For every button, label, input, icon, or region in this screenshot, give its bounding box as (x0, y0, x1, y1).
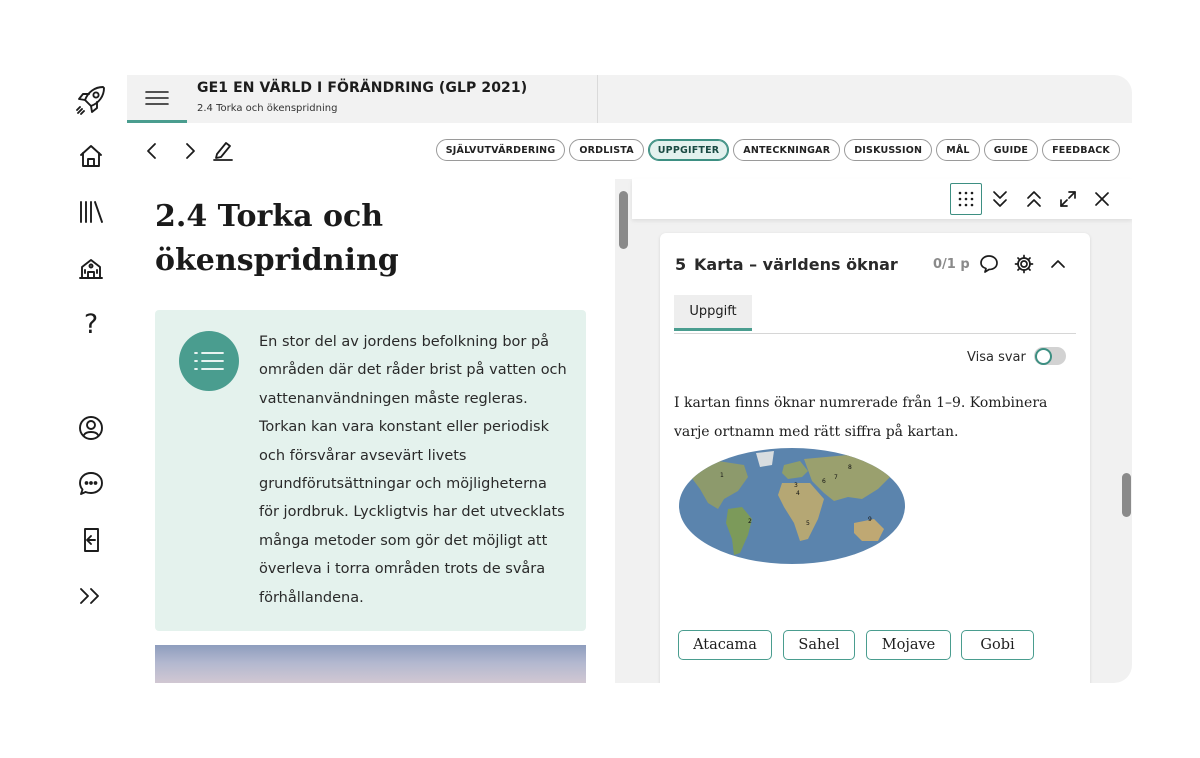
grid-view-button[interactable] (950, 183, 982, 215)
tab-självutvärdering[interactable]: SJÄLVUTVÄRDERING (435, 139, 566, 161)
pen-icon (213, 142, 233, 161)
map-label-6: 6 (822, 478, 826, 485)
book-title: GE1 EN VÄRLD I FÖRÄNDRING (GLP 2021) (197, 80, 528, 96)
map-label-9: 9 (868, 516, 872, 523)
tab-guide[interactable]: GUIDE (983, 139, 1039, 161)
settings-button[interactable] (1011, 251, 1037, 277)
tab-mål[interactable]: MÅL (936, 139, 980, 161)
panel-scrollbar[interactable] (1122, 473, 1131, 517)
highlight-button[interactable] (212, 140, 234, 162)
collapse-all-button[interactable] (1018, 183, 1050, 215)
chip-gobi[interactable]: Gobi (961, 630, 1034, 660)
chapter-subtitle: 2.4 Torka och ökenspridning (197, 103, 338, 114)
show-answer-label: Visa svar (967, 350, 1026, 365)
intro-text: En stor del av jordens befolkning bor på… (259, 334, 567, 606)
close-icon (1095, 192, 1109, 206)
dots-grid-icon (958, 191, 974, 207)
tab-anteckningar[interactable]: ANTECKNINGAR (733, 139, 841, 161)
article-photo (155, 645, 586, 683)
chip-sahel[interactable]: Sahel (783, 630, 855, 660)
intro-box: En stor del av jordens befolkning bor på… (155, 310, 586, 631)
chevron-right-icon (186, 143, 195, 159)
toggle-knob (1035, 348, 1052, 365)
expand-icon[interactable] (60, 576, 122, 616)
map-label-7: 7 (834, 474, 838, 481)
tab-diskussion[interactable]: DISKUSSION (844, 139, 933, 161)
tab-ordlista[interactable]: ORDLISTA (569, 139, 644, 161)
menu-button[interactable] (127, 75, 187, 123)
task-points: 0/1 p (933, 257, 970, 272)
map-label-8: 8 (848, 464, 852, 471)
fullscreen-button[interactable] (1052, 183, 1084, 215)
map-label-3: 3 (794, 482, 798, 489)
article-scrollbar[interactable] (619, 191, 628, 249)
chip-atacama[interactable]: Atacama (678, 630, 772, 660)
panel-toolbar (632, 179, 1132, 219)
gear-icon (1014, 254, 1034, 274)
left-rail: ? (60, 76, 122, 696)
help-glyph: ? (83, 308, 99, 340)
collapse-task-button[interactable] (1045, 251, 1071, 277)
map-label-2: 2 (748, 518, 752, 525)
school-icon[interactable] (60, 248, 122, 288)
title-divider (597, 75, 598, 123)
section-tabs: SJÄLVUTVÄRDERING ORDLISTA UPPGIFTER ANTECKN… (435, 139, 1120, 161)
article-content: 2.4 Torka och ökenspridning En stor del … (127, 179, 615, 683)
reader-window: GE1 EN VÄRLD I FÖRÄNDRING (GLP 2021) 2.4… (127, 75, 1132, 683)
logout-icon[interactable] (60, 520, 122, 560)
task-panel: 5 Karta – världens öknar 0/1 p Uppgift V… (632, 179, 1132, 683)
title-bar: GE1 EN VÄRLD I FÖRÄNDRING (GLP 2021) 2.4… (127, 75, 1132, 123)
rocket-icon[interactable] (60, 80, 122, 120)
back-button[interactable] (141, 140, 163, 162)
chevron-up-icon (1051, 260, 1065, 268)
task-title: Karta – världens öknar (694, 255, 898, 274)
map-label-4: 4 (796, 490, 800, 497)
task-card: 5 Karta – världens öknar 0/1 p Uppgift V… (660, 233, 1090, 683)
close-panel-button[interactable] (1086, 183, 1118, 215)
nav-bar: SJÄLVUTVÄRDERING ORDLISTA UPPGIFTER ANTECKN… (127, 123, 1132, 179)
tab-uppgifter[interactable]: UPPGIFTER (647, 139, 730, 161)
forward-button[interactable] (179, 140, 201, 162)
account-icon[interactable] (60, 408, 122, 448)
home-icon[interactable] (60, 136, 122, 176)
pane-divider[interactable] (615, 179, 632, 683)
world-map: 1 2 34 5 6 7 8 9 (679, 448, 905, 564)
map-label-1: 1 (720, 472, 724, 479)
tab-uppgift[interactable]: Uppgift (674, 295, 752, 331)
hint-button[interactable] (976, 251, 1002, 277)
library-icon[interactable] (60, 192, 122, 232)
chevron-left-icon (147, 143, 156, 159)
tab-feedback[interactable]: FEEDBACK (1042, 139, 1120, 161)
help-icon[interactable]: ? (60, 304, 122, 344)
task-tabs: Uppgift (674, 295, 1076, 334)
page-title: 2.4 Torka och ökenspridning (155, 199, 399, 278)
hamburger-icon (145, 90, 169, 105)
task-instruction: I kartan finns öknar numrerade från 1–9.… (674, 395, 1048, 440)
chat-icon[interactable] (60, 464, 122, 504)
chat-bubble-icon (980, 255, 998, 273)
expand-all-button[interactable] (984, 183, 1016, 215)
double-chevron-down-icon (993, 191, 1007, 207)
list-icon (179, 331, 239, 391)
maximize-icon (1060, 191, 1076, 207)
task-number: 5 (675, 255, 687, 274)
show-answer-toggle[interactable] (1034, 347, 1066, 365)
double-chevron-up-icon (1027, 191, 1041, 207)
article-pane: 2.4 Torka och ökenspridning En stor del … (127, 179, 615, 683)
map-label-5: 5 (806, 520, 810, 527)
chip-mojave[interactable]: Mojave (866, 630, 951, 660)
